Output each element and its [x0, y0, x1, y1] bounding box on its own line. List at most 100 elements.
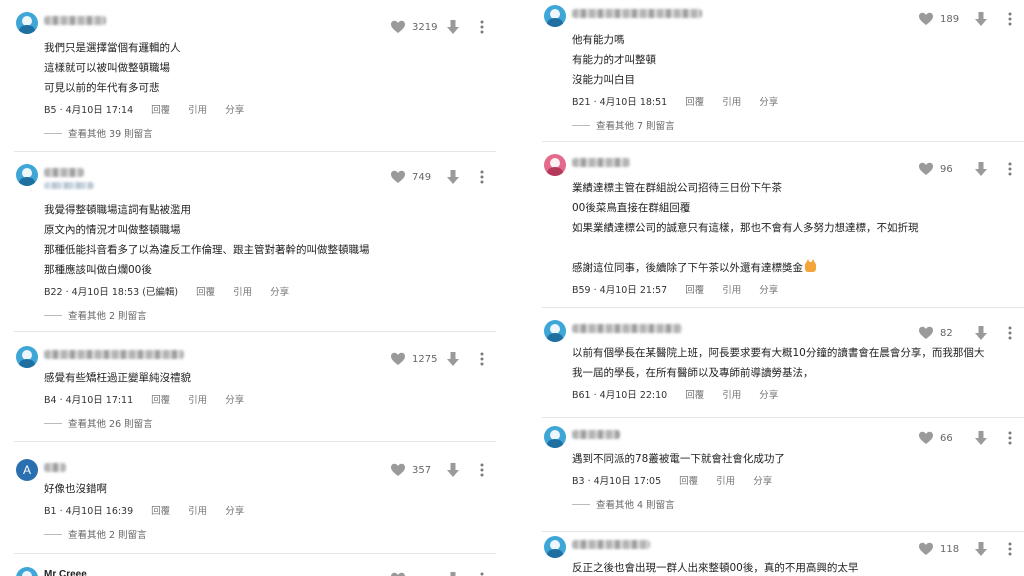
quote-button[interactable]: 引用 [716, 473, 735, 487]
author-name-blurred[interactable] [572, 430, 620, 439]
downvote-icon[interactable] [974, 161, 988, 177]
quote-button[interactable]: 引用 [233, 284, 252, 298]
share-button[interactable]: 分享 [759, 94, 778, 108]
view-more-replies-label[interactable]: 查看其他 39 則留言 [68, 126, 153, 140]
downvote-icon[interactable] [446, 351, 460, 367]
author-name-blurred[interactable] [44, 350, 184, 359]
view-more-replies-label[interactable]: 查看其他 2 則留言 [68, 308, 147, 322]
share-button[interactable]: 分享 [759, 387, 778, 401]
more-options-icon[interactable] [476, 169, 488, 185]
view-more-replies-link[interactable]: 查看其他 39 則留言 [44, 126, 476, 140]
view-more-replies-label[interactable]: 查看其他 26 則留言 [68, 416, 153, 430]
author-name-blurred[interactable] [572, 540, 650, 549]
quote-button[interactable]: 引用 [188, 503, 207, 517]
heart-icon[interactable] [390, 571, 406, 576]
view-more-replies-label[interactable]: 查看其他 4 則留言 [596, 497, 675, 511]
reply-button[interactable]: 回覆 [151, 503, 170, 517]
view-more-replies-link[interactable]: 查看其他 4 則留言 [572, 497, 1004, 511]
quote-button[interactable]: 引用 [722, 387, 741, 401]
downvote-icon[interactable] [974, 11, 988, 27]
heart-icon[interactable] [918, 161, 934, 177]
downvote-icon[interactable] [974, 325, 988, 341]
downvote-icon[interactable] [446, 19, 460, 35]
comment-line: 有能力的才叫整頓 [572, 54, 656, 66]
avatar[interactable] [544, 5, 566, 27]
more-options-icon[interactable] [476, 462, 488, 478]
view-more-replies-link[interactable]: 查看其他 26 則留言 [44, 416, 476, 430]
author-name-blurred[interactable] [572, 9, 702, 18]
floor-and-date: B61 · 4月10日 22:10 [572, 390, 668, 401]
author-name[interactable]: Mr Creee [44, 569, 87, 576]
share-button[interactable]: 分享 [225, 503, 244, 517]
quote-button[interactable]: 引用 [188, 102, 207, 116]
avatar[interactable] [544, 320, 566, 342]
heart-icon[interactable] [918, 541, 934, 557]
comment-meta: B59 · 4月10日 21:57 回覆 引用 分享 [572, 282, 1004, 296]
comment-actions: 82 [918, 324, 1016, 342]
downvote-icon[interactable] [974, 541, 988, 557]
author-name-blurred[interactable] [44, 168, 84, 177]
view-more-replies-label[interactable]: 查看其他 7 則留言 [596, 118, 675, 132]
like-count: 3219 [412, 21, 438, 33]
view-more-replies-label[interactable]: 查看其他 2 則留言 [68, 527, 147, 541]
author-name-blurred[interactable] [44, 463, 66, 472]
avatar[interactable] [16, 567, 38, 576]
downvote-icon[interactable] [446, 462, 460, 478]
reply-button[interactable]: 回覆 [196, 284, 215, 298]
view-more-replies-link[interactable]: 查看其他 7 則留言 [572, 118, 1004, 132]
more-options-icon[interactable] [1004, 541, 1016, 557]
view-more-replies-link[interactable]: 查看其他 2 則留言 [44, 527, 476, 541]
author-name-blurred[interactable] [44, 16, 106, 25]
quote-button[interactable]: 引用 [722, 282, 741, 296]
reply-button[interactable]: 回覆 [151, 392, 170, 406]
more-options-icon[interactable] [476, 351, 488, 367]
more-options-icon[interactable] [1004, 11, 1016, 27]
comment-body: 遇到不同派的78叢被電一下就會社會化成功了 B3 · 4月10日 17:05 回覆 引… [572, 449, 1004, 511]
reply-button[interactable]: 回覆 [151, 102, 170, 116]
downvote-icon[interactable] [446, 571, 460, 576]
avatar[interactable] [16, 12, 38, 34]
more-options-icon[interactable] [1004, 430, 1016, 446]
author-name-blurred[interactable] [572, 158, 630, 167]
reply-button[interactable]: 回覆 [685, 387, 704, 401]
more-options-icon[interactable] [476, 19, 488, 35]
share-button[interactable]: 分享 [753, 473, 772, 487]
avatar[interactable] [544, 154, 566, 176]
heart-icon[interactable] [390, 169, 406, 185]
heart-icon[interactable] [390, 19, 406, 35]
downvote-icon[interactable] [974, 430, 988, 446]
more-options-icon[interactable] [1004, 325, 1016, 341]
replies-dash [44, 314, 62, 316]
heart-icon[interactable] [918, 430, 934, 446]
quote-button[interactable]: 引用 [188, 392, 207, 406]
heart-icon[interactable] [918, 11, 934, 27]
heart-icon[interactable] [918, 325, 934, 341]
reply-button[interactable]: 回覆 [685, 282, 704, 296]
more-options-icon[interactable] [1004, 161, 1016, 177]
heart-icon[interactable] [390, 462, 406, 478]
heart-icon[interactable] [390, 351, 406, 367]
avatar[interactable]: A [16, 459, 38, 481]
comment-line: 可見以前的年代有多可悲 [44, 82, 160, 94]
share-button[interactable]: 分享 [759, 282, 778, 296]
more-options-icon[interactable] [476, 571, 488, 576]
replies-dash [572, 503, 590, 505]
author-school-blurred [44, 182, 94, 189]
view-more-replies-link[interactable]: 查看其他 2 則留言 [44, 308, 476, 322]
avatar[interactable] [544, 426, 566, 448]
avatar[interactable] [544, 536, 566, 558]
quote-button[interactable]: 引用 [722, 94, 741, 108]
downvote-icon[interactable] [446, 169, 460, 185]
comment-item: 189 他有能力嗎 有能力的才叫整頓 沒能力叫白目 B21 · 4月10日 18:51 回… [528, 0, 1024, 142]
share-button[interactable]: 分享 [270, 284, 289, 298]
avatar[interactable] [16, 164, 38, 186]
reply-button[interactable]: 回覆 [679, 473, 698, 487]
like-count: 96 [940, 163, 953, 175]
share-button[interactable]: 分享 [225, 392, 244, 406]
share-button[interactable]: 分享 [225, 102, 244, 116]
reply-button[interactable]: 回覆 [685, 94, 704, 108]
comment-body: 感覺有些矯枉過正變單純沒禮貌 B4 · 4月10日 17:11 回覆 引用 分享 查看其他… [44, 368, 476, 430]
avatar[interactable] [16, 346, 38, 368]
comment-item: 3219 我們只是選擇當個有邏輯的人 這樣就可以被叫做整頓職場 可見以前的年代有多可悲… [0, 0, 496, 152]
author-name-blurred[interactable] [572, 324, 682, 333]
